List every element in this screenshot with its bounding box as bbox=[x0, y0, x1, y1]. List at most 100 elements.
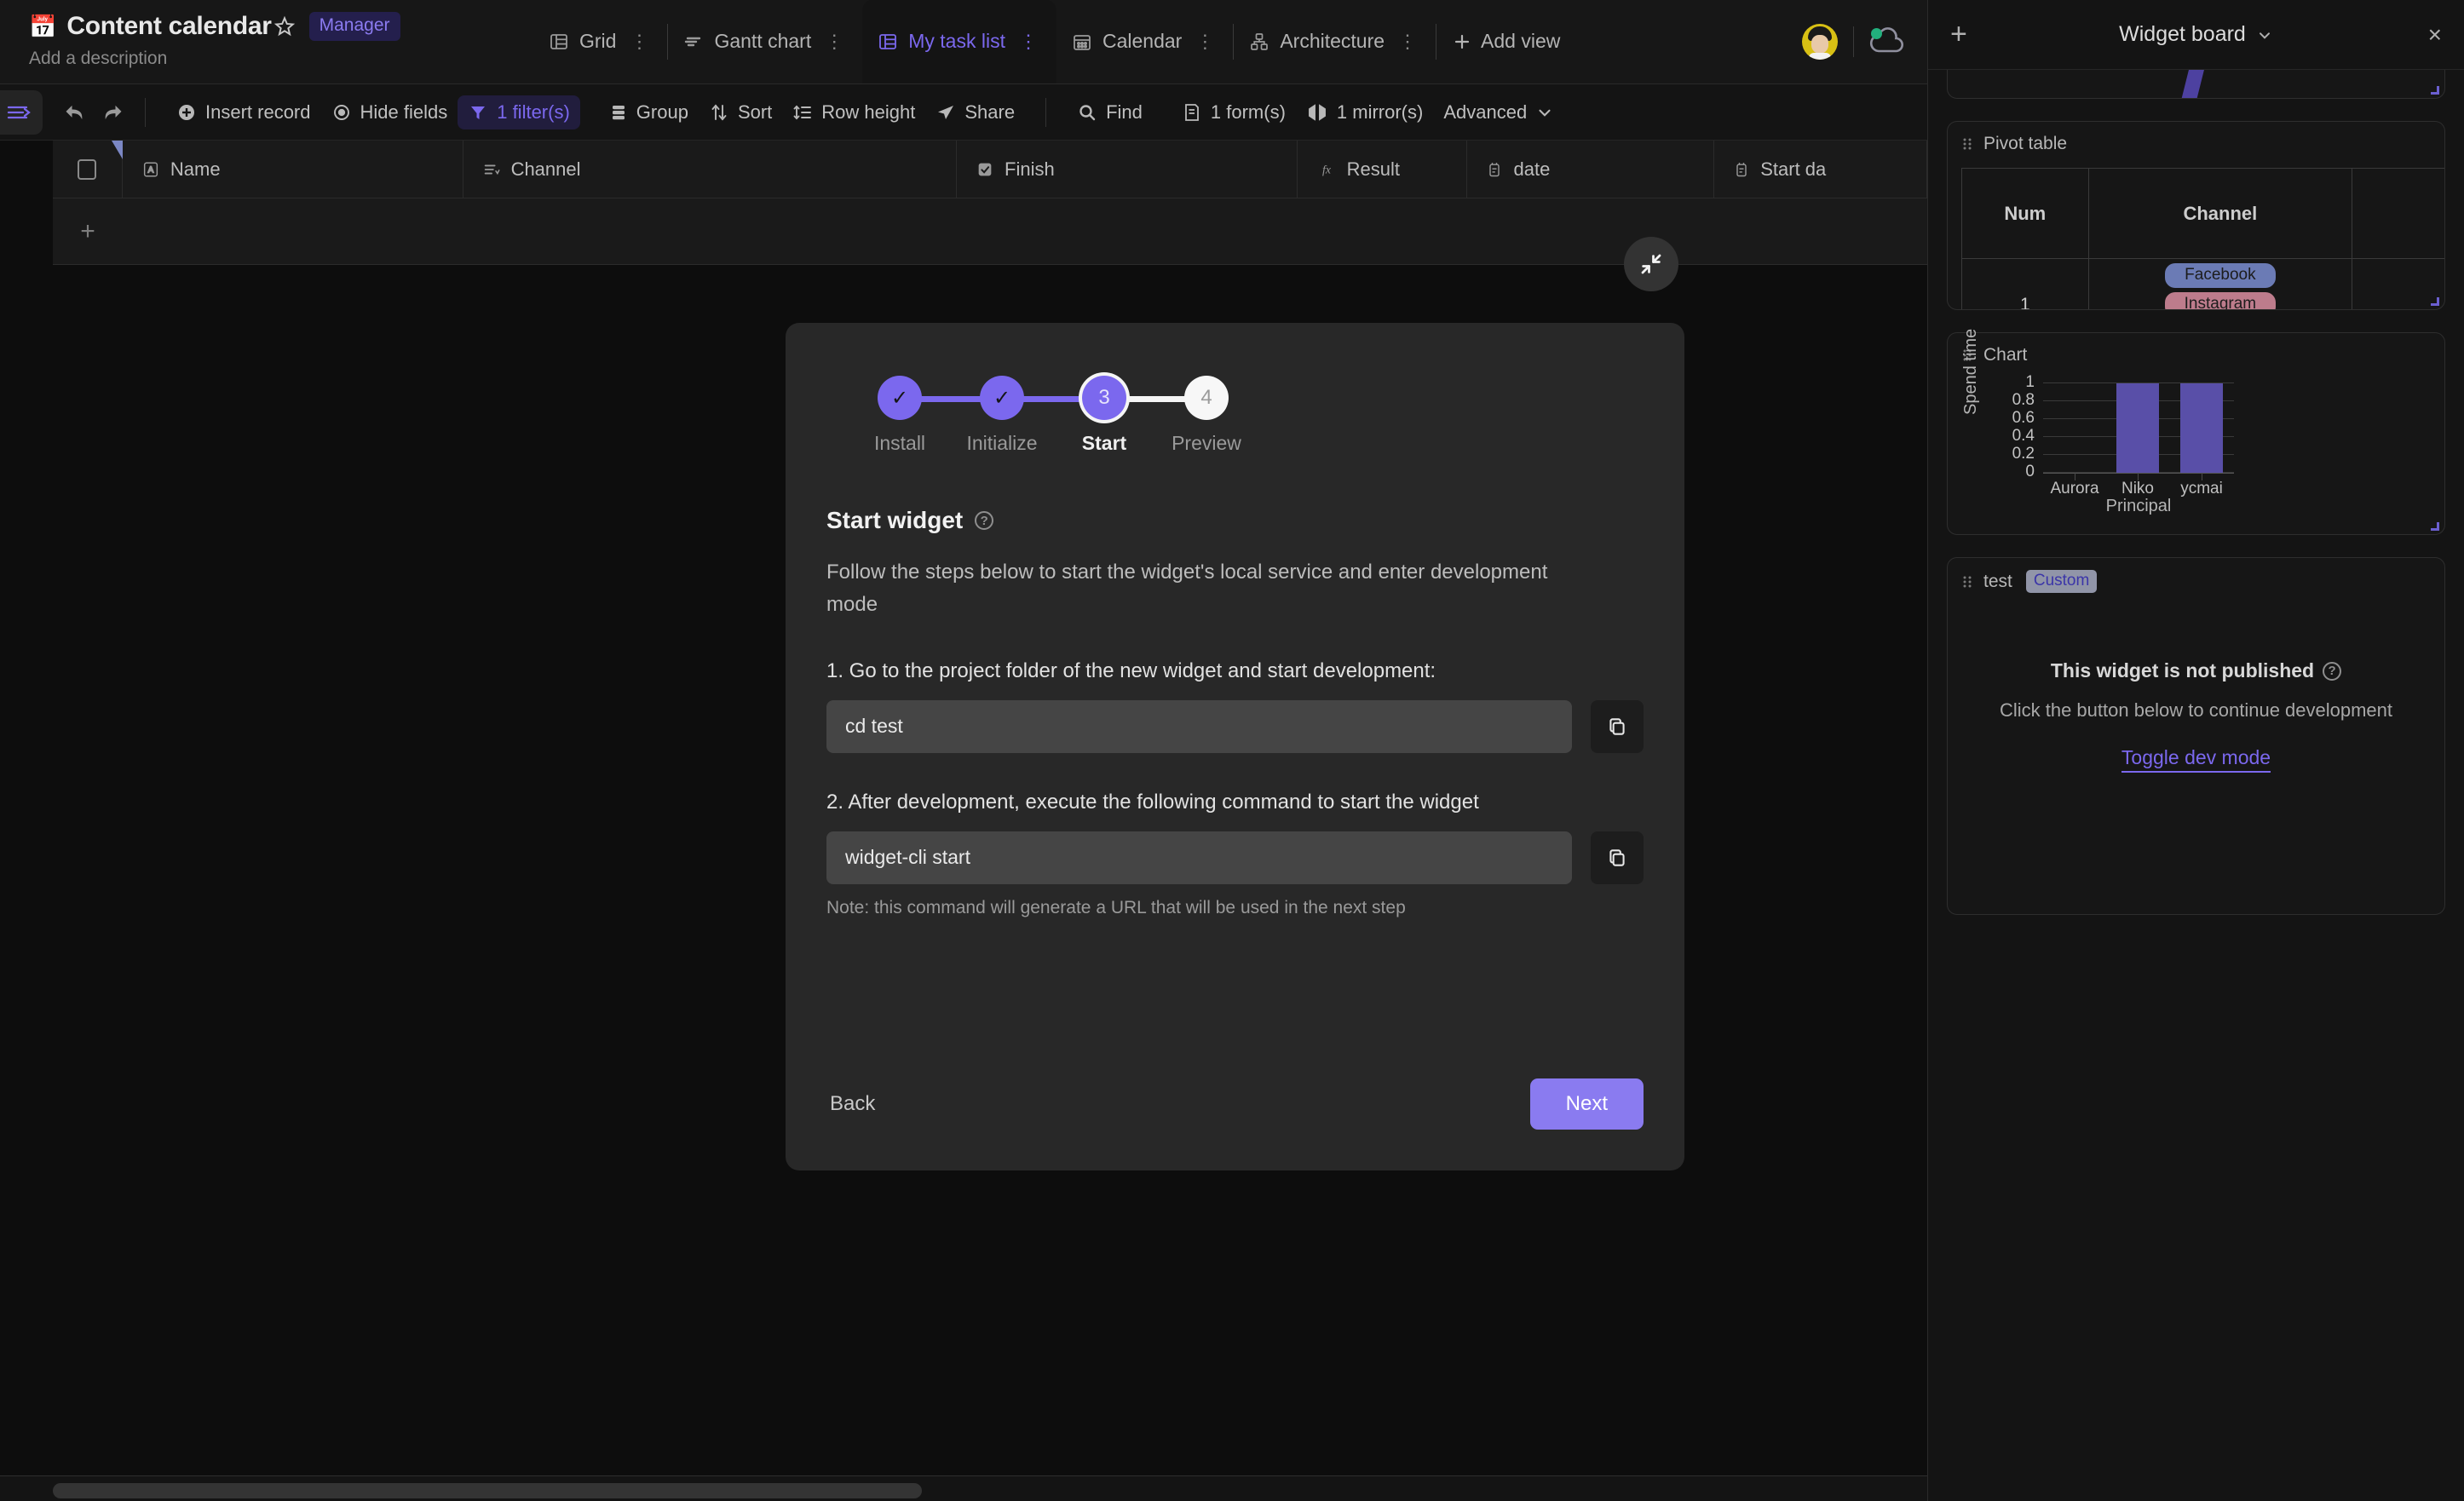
step1-command-field[interactable]: cd test bbox=[826, 699, 1572, 753]
column-header-start-date[interactable]: Start da bbox=[1714, 141, 1927, 198]
y-tick-label: 0.2 bbox=[2012, 445, 2035, 463]
chart-widget-card[interactable]: Chart Spend time 1 0.8 0.6 0.4 0.2 0 Aur… bbox=[1947, 328, 2445, 535]
next-button[interactable]: Next bbox=[1529, 1078, 1644, 1130]
dialog-title-row: Start widget ? bbox=[826, 507, 1644, 534]
add-view-button[interactable]: Add view bbox=[1436, 0, 1575, 83]
hide-fields-button[interactable]: Hide fields bbox=[321, 95, 458, 129]
toolbar-item-label: Insert record bbox=[205, 101, 311, 123]
widget-header: Pivot table bbox=[1948, 122, 2444, 154]
test-widget-card[interactable]: test Custom This widget is not published… bbox=[1947, 557, 2445, 915]
find-button[interactable]: Find bbox=[1067, 95, 1153, 129]
page-title: Content calendar bbox=[66, 12, 272, 40]
undo-icon[interactable] bbox=[63, 101, 87, 124]
cropped-widget-card[interactable] bbox=[1947, 70, 2445, 99]
plus-circle-icon bbox=[176, 102, 197, 123]
step-node-start[interactable]: 3 bbox=[1082, 376, 1126, 420]
back-button[interactable]: Back bbox=[826, 1084, 878, 1124]
channel-chip: Facebook bbox=[2164, 263, 2276, 288]
tab-grid[interactable]: Grid ⋮ bbox=[533, 0, 667, 83]
tab-label: Grid bbox=[579, 30, 617, 52]
widget-title: Pivot table bbox=[1983, 134, 2068, 153]
resize-handle[interactable] bbox=[2431, 86, 2439, 95]
cloud-sync-icon[interactable] bbox=[1869, 27, 1905, 56]
tab-more-icon[interactable]: ⋮ bbox=[821, 31, 847, 53]
select-all-checkbox[interactable] bbox=[78, 158, 97, 180]
gantt-icon bbox=[683, 32, 704, 52]
toolbar-item-label: 1 mirror(s) bbox=[1336, 101, 1424, 123]
column-label: Channel bbox=[510, 158, 581, 180]
tab-more-icon[interactable]: ⋮ bbox=[1395, 31, 1420, 53]
resize-handle[interactable] bbox=[2431, 522, 2439, 531]
tab-gantt-chart[interactable]: Gantt chart ⋮ bbox=[668, 0, 862, 83]
tab-more-icon[interactable]: ⋮ bbox=[1192, 31, 1218, 53]
step-node-preview[interactable]: 4 bbox=[1184, 376, 1229, 420]
y-axis-label: Spend time bbox=[1961, 328, 1980, 415]
column-header-channel[interactable]: Channel bbox=[463, 141, 958, 198]
advanced-button[interactable]: Advanced bbox=[1433, 95, 1564, 129]
pivot-table-widget-card[interactable]: Pivot table Num Channel 1 Facebook Insta… bbox=[1947, 121, 2445, 310]
tab-more-icon[interactable]: ⋮ bbox=[1016, 31, 1041, 53]
close-panel-button[interactable]: × bbox=[2408, 21, 2442, 49]
help-icon[interactable]: ? bbox=[2323, 661, 2342, 681]
scrollbar-thumb[interactable] bbox=[53, 1483, 922, 1498]
table-header-row: Num Channel bbox=[1961, 168, 2444, 259]
description-input[interactable]: Add a description bbox=[29, 49, 511, 69]
help-icon[interactable]: ? bbox=[975, 511, 994, 530]
step-node-initialize[interactable]: ✓ bbox=[980, 376, 1024, 420]
channel-chip: Instagram bbox=[2164, 292, 2276, 309]
add-widget-button[interactable]: + bbox=[1950, 18, 1984, 51]
forms-button[interactable]: 1 form(s) bbox=[1172, 95, 1296, 129]
sort-button[interactable]: Sort bbox=[699, 95, 782, 129]
column-header-date[interactable]: date bbox=[1467, 141, 1715, 198]
step-node-install[interactable]: ✓ bbox=[878, 376, 922, 420]
step2-command-field[interactable]: widget-cli start bbox=[826, 831, 1572, 884]
tab-label: Calendar bbox=[1102, 30, 1183, 52]
tab-my-task-list[interactable]: My task list ⋮ bbox=[862, 0, 1056, 83]
widget-title: test bbox=[1983, 571, 2012, 591]
title-block: 📅 Content calendar Manager Add a descrip… bbox=[0, 0, 511, 83]
tab-more-icon[interactable]: ⋮ bbox=[626, 31, 652, 53]
y-tick-label: 0 bbox=[2025, 463, 2035, 480]
row-height-button[interactable]: Row height bbox=[782, 95, 925, 129]
header-divider bbox=[1853, 26, 1854, 57]
drag-handle-icon[interactable] bbox=[1961, 136, 1973, 152]
add-row-plus-icon[interactable]: + bbox=[53, 217, 123, 246]
avatar-body bbox=[1809, 53, 1831, 60]
expand-sidebar-button[interactable] bbox=[0, 89, 43, 135]
plot-area: 1 0.8 0.6 0.4 0.2 0 Aurora Niko ycmai bbox=[2012, 373, 2234, 497]
insert-record-button[interactable]: Insert record bbox=[166, 95, 321, 129]
main-area: 📅 Content calendar Manager Add a descrip… bbox=[0, 0, 1927, 1501]
select-all-cell[interactable] bbox=[53, 141, 123, 198]
eye-icon bbox=[331, 102, 352, 123]
filter-button[interactable]: 1 filter(s) bbox=[458, 95, 580, 129]
column-header-name[interactable]: A Name bbox=[123, 141, 463, 198]
drag-handle-icon[interactable] bbox=[1961, 574, 1973, 589]
step2-note: Note: this command will generate a URL t… bbox=[826, 897, 1406, 917]
step1-command-row: cd test bbox=[826, 699, 1644, 753]
y-tick-label: 1 bbox=[2025, 373, 2035, 391]
copy-step2-button[interactable] bbox=[1591, 831, 1644, 884]
tab-architecture[interactable]: Architecture ⋮ bbox=[1234, 0, 1436, 83]
grid-left-gutter bbox=[0, 141, 53, 1501]
redo-icon[interactable] bbox=[101, 101, 124, 124]
resize-handle[interactable] bbox=[2431, 297, 2439, 306]
mirrors-button[interactable]: 1 mirror(s) bbox=[1296, 95, 1433, 129]
group-button[interactable]: Group bbox=[599, 95, 699, 129]
table-row: 1 Facebook Instagram Twitter bbox=[1961, 258, 2444, 309]
avatar[interactable] bbox=[1802, 24, 1838, 60]
column-header-result[interactable]: fx Result bbox=[1298, 141, 1468, 198]
column-header-finish[interactable]: Finish bbox=[957, 141, 1298, 198]
horizontal-scrollbar[interactable] bbox=[0, 1475, 1927, 1501]
share-icon bbox=[936, 102, 956, 123]
chevron-down-icon[interactable] bbox=[2256, 26, 2273, 43]
app-header: 📅 Content calendar Manager Add a descrip… bbox=[0, 0, 1927, 84]
checkbox-field-icon bbox=[976, 160, 994, 179]
tab-calendar[interactable]: Calendar ⋮ bbox=[1056, 0, 1233, 83]
widget-board-title-wrap[interactable]: Widget board bbox=[1984, 22, 2408, 47]
toggle-dev-mode-link[interactable]: Toggle dev mode bbox=[2121, 746, 2271, 773]
collapse-modal-button[interactable] bbox=[1624, 237, 1678, 291]
step-label-initialize: Initialize bbox=[966, 432, 1038, 454]
share-button[interactable]: Share bbox=[925, 95, 1025, 129]
copy-step1-button[interactable] bbox=[1591, 699, 1644, 753]
star-icon[interactable] bbox=[273, 15, 296, 37]
